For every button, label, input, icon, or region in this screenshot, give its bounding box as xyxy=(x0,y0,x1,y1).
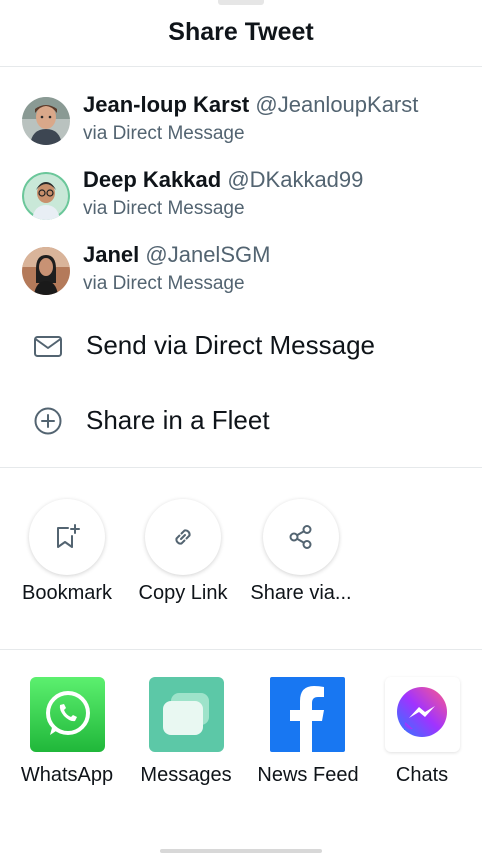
contact-name-line: Jean-loup Karst @JeanloupKarst xyxy=(83,92,418,118)
contact-name: Jean-loup Karst xyxy=(83,92,250,117)
share-via-label: Share via... xyxy=(250,582,352,604)
contact-row-janel[interactable]: Janel @JanelSGM via Direct Message xyxy=(0,242,482,311)
chats-label: Chats xyxy=(395,764,449,786)
contact-handle: @JanelSGM xyxy=(145,242,271,267)
contact-via: via Direct Message xyxy=(83,123,245,144)
contact-name-line: Deep Kakkad @DKakkad99 xyxy=(83,167,363,193)
copy-link-label: Copy Link xyxy=(138,582,228,604)
whatsapp-app-button[interactable] xyxy=(30,677,105,752)
share-in-fleet-label: Share in a Fleet xyxy=(86,405,270,435)
messages-label: Messages xyxy=(140,764,232,786)
contact-name: Deep Kakkad xyxy=(83,167,222,192)
chats-app-button[interactable] xyxy=(385,677,460,752)
contact-via: via Direct Message xyxy=(83,198,245,219)
news-feed-label: News Feed xyxy=(257,764,359,786)
share-in-fleet-button[interactable]: Share in a Fleet xyxy=(0,393,482,449)
copy-link-button[interactable] xyxy=(145,499,221,575)
plus-circle-icon xyxy=(32,405,64,437)
sheet-header: Share Tweet xyxy=(0,0,482,67)
divider xyxy=(0,467,482,468)
contact-handle: @DKakkad99 xyxy=(227,167,364,192)
send-via-dm-label: Send via Direct Message xyxy=(86,330,376,360)
contact-name: Janel xyxy=(83,242,140,267)
contact-handle: @JeanloupKarst xyxy=(255,92,419,117)
news-feed-app-button[interactable] xyxy=(270,677,345,752)
contact-row-deep[interactable]: Deep Kakkad @DKakkad99 via Direct Messag… xyxy=(0,167,482,236)
bookmark-button[interactable] xyxy=(29,499,105,575)
whatsapp-icon xyxy=(46,691,90,735)
bookmark-label: Bookmark xyxy=(21,582,113,604)
messenger-icon xyxy=(397,687,447,737)
avatar xyxy=(22,247,70,295)
send-via-dm-button[interactable]: Send via Direct Message xyxy=(0,318,482,374)
messages-app-button[interactable] xyxy=(149,677,224,752)
home-indicator xyxy=(160,849,322,853)
facebook-icon xyxy=(290,686,324,752)
share-via-button[interactable] xyxy=(263,499,339,575)
contact-via: via Direct Message xyxy=(83,273,245,294)
messages-icon xyxy=(163,693,209,735)
bookmark-add-icon xyxy=(57,524,80,548)
link-icon xyxy=(175,529,191,545)
avatar xyxy=(22,172,70,220)
envelope-icon xyxy=(32,330,64,362)
contact-name-line: Janel @JanelSGM xyxy=(83,242,270,268)
sheet-title: Share Tweet xyxy=(168,18,314,46)
share-icon xyxy=(289,525,312,549)
contact-row-jean-loup[interactable]: Jean-loup Karst @JeanloupKarst via Direc… xyxy=(0,92,482,161)
divider xyxy=(0,649,482,650)
whatsapp-label: WhatsApp xyxy=(20,764,114,786)
avatar xyxy=(22,97,70,145)
